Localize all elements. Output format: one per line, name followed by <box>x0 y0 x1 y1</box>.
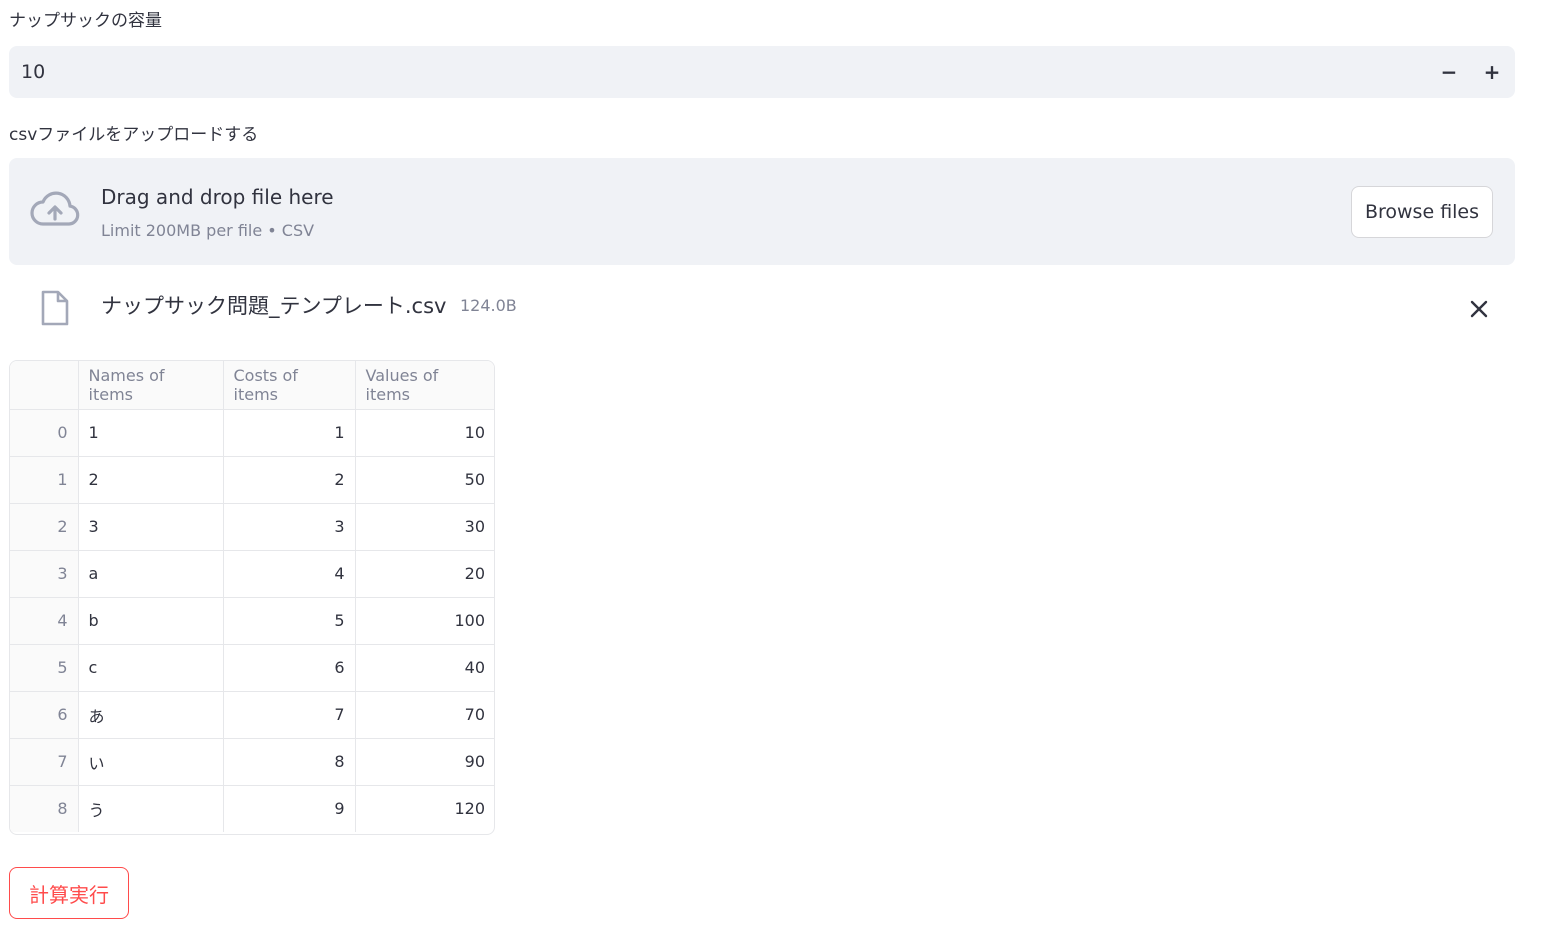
row-index: 0 <box>10 409 79 457</box>
table-header-row: Names of items Costs of items Values of … <box>10 361 494 410</box>
table-row: 2 3 3 30 <box>10 503 494 551</box>
item-cost-cell[interactable]: 4 <box>223 550 356 598</box>
item-cost-cell[interactable]: 6 <box>223 644 356 692</box>
item-name-cell[interactable]: c <box>78 644 224 692</box>
item-name-cell[interactable]: 1 <box>78 409 224 457</box>
costs-column-header[interactable]: Costs of items <box>223 361 356 410</box>
close-icon[interactable] <box>1464 294 1494 324</box>
names-column-header[interactable]: Names of items <box>78 361 224 410</box>
table-row: 5 c 6 40 <box>10 644 494 692</box>
item-value-cell[interactable]: 10 <box>355 409 494 457</box>
item-cost-cell[interactable]: 3 <box>223 503 356 551</box>
uploaded-file-name: ナップサック問題_テンプレート.csv <box>101 294 447 318</box>
item-name-cell[interactable]: い <box>78 738 224 786</box>
row-index: 5 <box>10 644 79 692</box>
table-row: 4 b 5 100 <box>10 597 494 645</box>
item-name-cell[interactable]: う <box>78 785 224 832</box>
dropzone-title: Drag and drop file here <box>101 185 334 209</box>
table-row: 1 2 2 50 <box>10 456 494 504</box>
capacity-number-input[interactable]: 10 − + <box>9 46 1515 98</box>
item-name-cell[interactable]: あ <box>78 691 224 739</box>
decrement-button[interactable]: − <box>1428 46 1470 98</box>
row-index: 4 <box>10 597 79 645</box>
items-dataframe[interactable]: Names of items Costs of items Values of … <box>9 360 495 835</box>
row-index: 7 <box>10 738 79 786</box>
item-value-cell[interactable]: 120 <box>355 785 494 832</box>
row-index: 2 <box>10 503 79 551</box>
item-value-cell[interactable]: 40 <box>355 644 494 692</box>
table-row: 3 a 4 20 <box>10 550 494 598</box>
item-value-cell[interactable]: 30 <box>355 503 494 551</box>
item-name-cell[interactable]: b <box>78 597 224 645</box>
uploaded-file-size: 124.0B <box>460 296 517 315</box>
item-name-cell[interactable]: a <box>78 550 224 598</box>
item-value-cell[interactable]: 20 <box>355 550 494 598</box>
item-cost-cell[interactable]: 8 <box>223 738 356 786</box>
table-row: 8 う 9 120 <box>10 785 494 832</box>
row-index: 1 <box>10 456 79 504</box>
item-name-cell[interactable]: 3 <box>78 503 224 551</box>
item-cost-cell[interactable]: 1 <box>223 409 356 457</box>
index-column-header <box>10 361 79 410</box>
item-value-cell[interactable]: 100 <box>355 597 494 645</box>
item-cost-cell[interactable]: 5 <box>223 597 356 645</box>
values-column-header[interactable]: Values of items <box>355 361 494 410</box>
items-table: Names of items Costs of items Values of … <box>10 361 494 832</box>
run-calculation-button[interactable]: 計算実行 <box>9 867 129 919</box>
item-cost-cell[interactable]: 7 <box>223 691 356 739</box>
browse-files-button[interactable]: Browse files <box>1351 186 1493 238</box>
item-name-cell[interactable]: 2 <box>78 456 224 504</box>
item-cost-cell[interactable]: 2 <box>223 456 356 504</box>
increment-button[interactable]: + <box>1471 46 1513 98</box>
file-dropzone[interactable]: Drag and drop file here Limit 200MB per … <box>9 158 1515 265</box>
row-index: 3 <box>10 550 79 598</box>
file-icon <box>41 290 69 326</box>
capacity-label: ナップサックの容量 <box>9 11 162 31</box>
upload-label: csvファイルをアップロードする <box>9 125 259 145</box>
row-index: 8 <box>10 785 79 832</box>
table-row: 7 い 8 90 <box>10 738 494 786</box>
item-value-cell[interactable]: 50 <box>355 456 494 504</box>
dropzone-limit-text: Limit 200MB per file • CSV <box>101 221 315 240</box>
item-value-cell[interactable]: 70 <box>355 691 494 739</box>
item-cost-cell[interactable]: 9 <box>223 785 356 832</box>
table-row: 6 あ 7 70 <box>10 691 494 739</box>
row-index: 6 <box>10 691 79 739</box>
table-row: 0 1 1 10 <box>10 409 494 457</box>
capacity-value[interactable]: 10 <box>21 46 45 98</box>
app-page: ナップサックの容量 10 − + csvファイルをアップロードする Drag a… <box>0 0 1543 944</box>
cloud-upload-icon <box>30 191 80 226</box>
uploaded-file-row: ナップサック問題_テンプレート.csv 124.0B <box>9 282 1515 332</box>
item-value-cell[interactable]: 90 <box>355 738 494 786</box>
